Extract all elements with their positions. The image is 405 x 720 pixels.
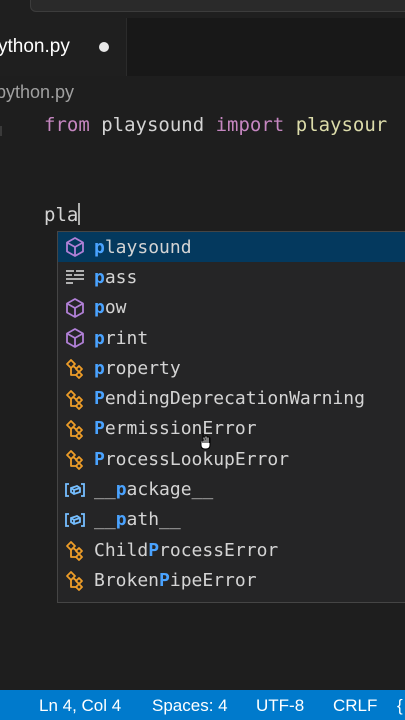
code-line-1: from playsound import playsour xyxy=(44,114,387,136)
suggestion-rest: ackage__ xyxy=(126,479,214,501)
suggestion-label: PermissionError xyxy=(94,418,257,439)
suggestion-item[interactable]: playsound xyxy=(58,232,405,263)
folding-marker xyxy=(0,126,10,136)
suggestion-rest: endingDeprecationWarning xyxy=(104,388,365,410)
suggestion-item[interactable]: ProcessLookupError xyxy=(58,444,405,474)
class-icon xyxy=(62,355,88,381)
class-icon xyxy=(62,537,88,563)
indentation-setting[interactable]: Spaces: 4 xyxy=(152,696,228,716)
keyword-from: from xyxy=(44,114,90,136)
eol-setting[interactable]: CRLF xyxy=(333,696,377,716)
cursor-position[interactable]: Ln 4, Col 4 xyxy=(39,696,121,716)
suggestion-match: p xyxy=(94,236,105,258)
encoding-setting[interactable]: UTF-8 xyxy=(256,696,304,716)
class-icon xyxy=(62,386,88,412)
suggestion-rest: rocessLookupError xyxy=(104,448,290,470)
suggestion-rest: ermissionError xyxy=(104,418,257,440)
variable-icon xyxy=(62,507,88,533)
suggestion-prefix: Child xyxy=(94,539,149,561)
suggestion-label: ProcessLookupError xyxy=(94,449,289,470)
suggestion-widget[interactable]: playsound pass pow print property PendingDepr… xyxy=(57,231,405,603)
keyword-icon xyxy=(62,264,88,290)
suggestion-match: p xyxy=(94,327,105,349)
suggestion-label: __path__ xyxy=(94,509,181,530)
suggestion-label: __package__ xyxy=(94,479,213,500)
keyword-import: import xyxy=(215,114,285,136)
class-icon xyxy=(62,446,88,472)
suggestion-rest: ow xyxy=(104,297,127,319)
suggestion-item[interactable]: BrokenPipeError xyxy=(58,565,405,595)
tab-bar: ython.py xyxy=(0,18,405,76)
module-name: playsound xyxy=(89,114,216,136)
status-bar: Ln 4, Col 4 Spaces: 4 UTF-8 CRLF { xyxy=(0,690,405,720)
suggestion-rest: ipeError xyxy=(169,569,257,591)
suggestion-match: P xyxy=(94,418,105,440)
suggestion-item[interactable]: ChildProcessError xyxy=(58,535,405,565)
suggestion-match: p xyxy=(115,509,127,531)
suggestion-item[interactable]: __path__ xyxy=(58,505,405,535)
suggestion-match: P xyxy=(159,569,170,591)
suggestion-rest: rocessError xyxy=(159,539,279,561)
command-center[interactable] xyxy=(30,0,405,12)
suggestion-label: pow xyxy=(94,297,127,318)
typed-text: pla xyxy=(44,204,79,226)
tab-label: ython.py xyxy=(0,36,70,57)
suggestion-rest: roperty xyxy=(104,357,181,379)
class-icon xyxy=(62,416,88,442)
title-bar xyxy=(0,0,405,18)
suggestion-prefix: Broken xyxy=(94,569,160,591)
suggestion-label: ChildProcessError xyxy=(94,540,278,561)
imported-name: playsour xyxy=(284,114,388,136)
method-icon xyxy=(62,295,88,321)
suggestion-label: BrokenPipeError xyxy=(94,570,257,591)
suggestion-rest: ass xyxy=(104,266,138,288)
suggestion-label: playsound xyxy=(94,237,192,258)
suggestion-match: P xyxy=(148,539,160,561)
code-line-4: pla xyxy=(44,203,81,226)
class-icon xyxy=(62,567,88,593)
suggestion-prefix: __ xyxy=(94,479,116,501)
suggestion-label: property xyxy=(94,358,181,379)
suggestion-match: p xyxy=(94,357,105,379)
suggestion-item[interactable]: PendingDeprecationWarning xyxy=(58,383,405,413)
suggestion-match: p xyxy=(94,266,105,288)
text-cursor xyxy=(78,203,81,225)
breadcrumb[interactable]: python.py xyxy=(0,82,74,103)
method-icon xyxy=(62,325,88,351)
suggestion-item[interactable]: print xyxy=(58,323,405,353)
suggestion-match: P xyxy=(94,448,105,470)
variable-icon xyxy=(62,477,88,503)
suggestion-label: PendingDeprecationWarning xyxy=(94,388,365,409)
suggestion-rest: ath__ xyxy=(126,509,181,531)
suggestion-label: print xyxy=(94,328,148,349)
language-mode-icon[interactable]: { xyxy=(397,696,403,716)
tab-python-file[interactable]: ython.py xyxy=(0,18,127,76)
suggestion-item[interactable]: property xyxy=(58,353,405,383)
suggestion-rest: rint xyxy=(104,327,149,349)
mouse-pointer-icon xyxy=(200,433,211,450)
suggestion-match: p xyxy=(115,479,127,501)
suggestion-item[interactable]: pow xyxy=(58,293,405,323)
suggestion-rest: laysound xyxy=(104,236,192,258)
suggestion-prefix: __ xyxy=(94,509,116,531)
suggestion-item[interactable]: pass xyxy=(58,262,405,292)
method-icon xyxy=(62,234,88,260)
suggestion-match: p xyxy=(94,297,105,319)
unsaved-dot-icon[interactable] xyxy=(99,42,109,52)
suggestion-label: pass xyxy=(94,267,137,288)
suggestion-item[interactable]: PermissionError xyxy=(58,414,405,444)
suggestion-match: P xyxy=(94,388,105,410)
suggestion-item[interactable]: __package__ xyxy=(58,474,405,504)
